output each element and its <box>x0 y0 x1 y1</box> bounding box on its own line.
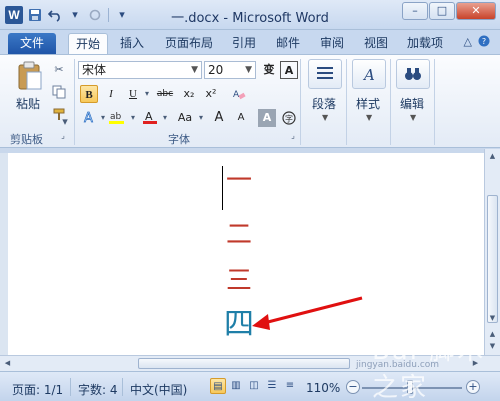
change-case-dropdown-icon[interactable]: ▾ <box>194 111 208 125</box>
clear-formatting-icon[interactable]: A <box>232 87 246 101</box>
tab-mailings[interactable]: 邮件 <box>270 33 306 54</box>
status-separator <box>122 378 123 396</box>
font-launcher-icon[interactable]: ⌟ <box>288 131 298 141</box>
editing-dropdown-icon[interactable]: ▼ <box>410 113 416 122</box>
italic-button[interactable]: I <box>102 85 120 103</box>
scroll-up-icon[interactable]: ▲ <box>487 151 498 162</box>
font-color-icon[interactable]: A <box>142 109 158 125</box>
underline-dropdown-icon[interactable]: ▾ <box>140 87 154 101</box>
maximize-button[interactable]: □ <box>429 2 455 20</box>
editing-label[interactable]: 编辑 <box>400 95 424 112</box>
window-controls: – □ ✕ <box>402 2 496 20</box>
minimize-button[interactable]: – <box>402 2 428 20</box>
group-separator <box>346 59 347 145</box>
tab-bar-right: △ ? <box>464 35 490 50</box>
font-size-select[interactable]: 20 ▼ <box>204 61 256 79</box>
highlight-color-icon[interactable]: ab <box>108 109 126 125</box>
paragraph-button[interactable] <box>308 59 342 89</box>
editing-button[interactable] <box>396 59 430 89</box>
font-group-label: 字体 <box>168 133 190 146</box>
scroll-left-icon[interactable]: ◀ <box>2 358 13 369</box>
tab-file[interactable]: 文件 <box>8 33 56 54</box>
vertical-scrollbar[interactable]: ▲ ▼ ▲ ▼ <box>484 149 500 355</box>
styles-dropdown-icon[interactable]: ▼ <box>366 113 372 122</box>
outline-view-icon[interactable]: ☰ <box>264 378 280 394</box>
help-icon[interactable]: ? <box>478 35 490 50</box>
clipboard-launcher-icon[interactable]: ⌟ <box>58 131 68 141</box>
superscript-button[interactable]: x² <box>202 85 220 103</box>
scroll-down-icon[interactable]: ▼ <box>487 313 498 324</box>
clipboard-group-label: 剪贴板 <box>10 133 43 146</box>
styles-button[interactable]: A <box>352 59 386 89</box>
font-size-value: 20 <box>208 63 224 77</box>
draft-view-icon[interactable]: ≡ <box>282 378 298 394</box>
vertical-scroll-thumb[interactable] <box>487 195 498 323</box>
svg-text:?: ? <box>482 37 486 46</box>
styles-icon: A <box>362 66 375 84</box>
enclose-characters-icon[interactable]: 字 <box>282 111 296 125</box>
svg-text:ab: ab <box>110 112 122 122</box>
paragraph-icon <box>317 67 333 79</box>
svg-text:字: 字 <box>285 114 293 124</box>
font-name-select[interactable]: 宋体 ▼ <box>78 61 202 79</box>
document-line-1[interactable]: 一 <box>222 166 256 196</box>
horizontal-scroll-thumb[interactable] <box>138 358 350 369</box>
character-border-button[interactable]: A <box>280 61 298 79</box>
ribbon-home: 粘贴 ▾ ✂ 剪贴板 ⌟ 宋体 ▼ 20 ▼ 变 A B I U ▾ abc x… <box>0 54 500 148</box>
tab-insert[interactable]: 插入 <box>114 33 150 54</box>
styles-label[interactable]: 样式 <box>356 95 380 112</box>
phonetic-guide-button[interactable]: 变 <box>260 61 278 79</box>
red-arrow-annotation <box>252 296 363 330</box>
group-separator <box>434 59 435 145</box>
bold-button[interactable]: B <box>80 85 98 103</box>
tab-page-layout[interactable]: 页面布局 <box>160 33 218 54</box>
title-bar: W ▾ ▾ 一.docx - Microsoft Word – □ ✕ <box>0 0 500 30</box>
ribbon-tabs: 文件 开始 插入 页面布局 引用 邮件 审阅 视图 加载项 △ ? <box>0 30 500 54</box>
binoculars-icon <box>405 68 421 80</box>
tab-references[interactable]: 引用 <box>226 33 262 54</box>
strikethrough-button[interactable]: abc <box>154 85 176 103</box>
svg-text:A: A <box>84 111 93 125</box>
paragraph-dropdown-icon[interactable]: ▼ <box>322 113 328 122</box>
paste-button-label[interactable]: 粘贴 <box>16 95 40 112</box>
status-separator <box>70 378 71 396</box>
tab-home[interactable]: 开始 <box>68 33 108 54</box>
character-shading-button[interactable]: A <box>258 109 276 127</box>
zoom-out-button[interactable]: − <box>346 380 360 394</box>
watermark-url: jingyan.baidu.com <box>356 360 440 370</box>
minimize-ribbon-icon[interactable]: △ <box>464 35 472 50</box>
highlight-dropdown-icon[interactable]: ▾ <box>126 111 140 125</box>
document-line-2[interactable]: 二 <box>222 220 256 250</box>
paragraph-label[interactable]: 段落 <box>312 95 336 112</box>
change-case-button[interactable]: Aa <box>174 109 196 127</box>
subscript-button[interactable]: x₂ <box>180 85 198 103</box>
zoom-level[interactable]: 110% <box>306 381 340 395</box>
chevron-down-icon: ▼ <box>245 65 252 75</box>
tab-view[interactable]: 视图 <box>358 33 394 54</box>
cut-icon[interactable]: ✂ <box>52 63 66 77</box>
font-color-dropdown-icon[interactable]: ▾ <box>158 111 172 125</box>
copy-icon[interactable] <box>52 85 66 99</box>
format-painter-icon[interactable] <box>52 107 66 121</box>
font-name-value: 宋体 <box>82 63 107 77</box>
group-separator <box>74 59 75 145</box>
page-count[interactable]: 页面: 1/1 <box>12 381 63 398</box>
print-layout-view-icon[interactable]: ▤ <box>210 378 226 394</box>
group-separator <box>390 59 391 145</box>
chevron-down-icon: ▼ <box>191 65 198 75</box>
svg-text:A: A <box>362 66 375 84</box>
svg-text:A: A <box>233 90 240 100</box>
grow-font-button[interactable]: A <box>210 109 228 127</box>
paste-icon[interactable] <box>16 61 44 91</box>
web-layout-icon[interactable]: ◫ <box>246 378 262 394</box>
close-button[interactable]: ✕ <box>456 2 496 20</box>
word-count[interactable]: 字数: 4 <box>78 381 118 398</box>
tab-addins[interactable]: 加载项 <box>402 33 448 54</box>
language[interactable]: 中文(中国) <box>130 381 187 398</box>
group-separator <box>300 59 301 145</box>
full-screen-reading-icon[interactable]: ▥ <box>228 378 244 394</box>
tab-review[interactable]: 审阅 <box>314 33 350 54</box>
shrink-font-button[interactable]: A <box>232 109 250 127</box>
